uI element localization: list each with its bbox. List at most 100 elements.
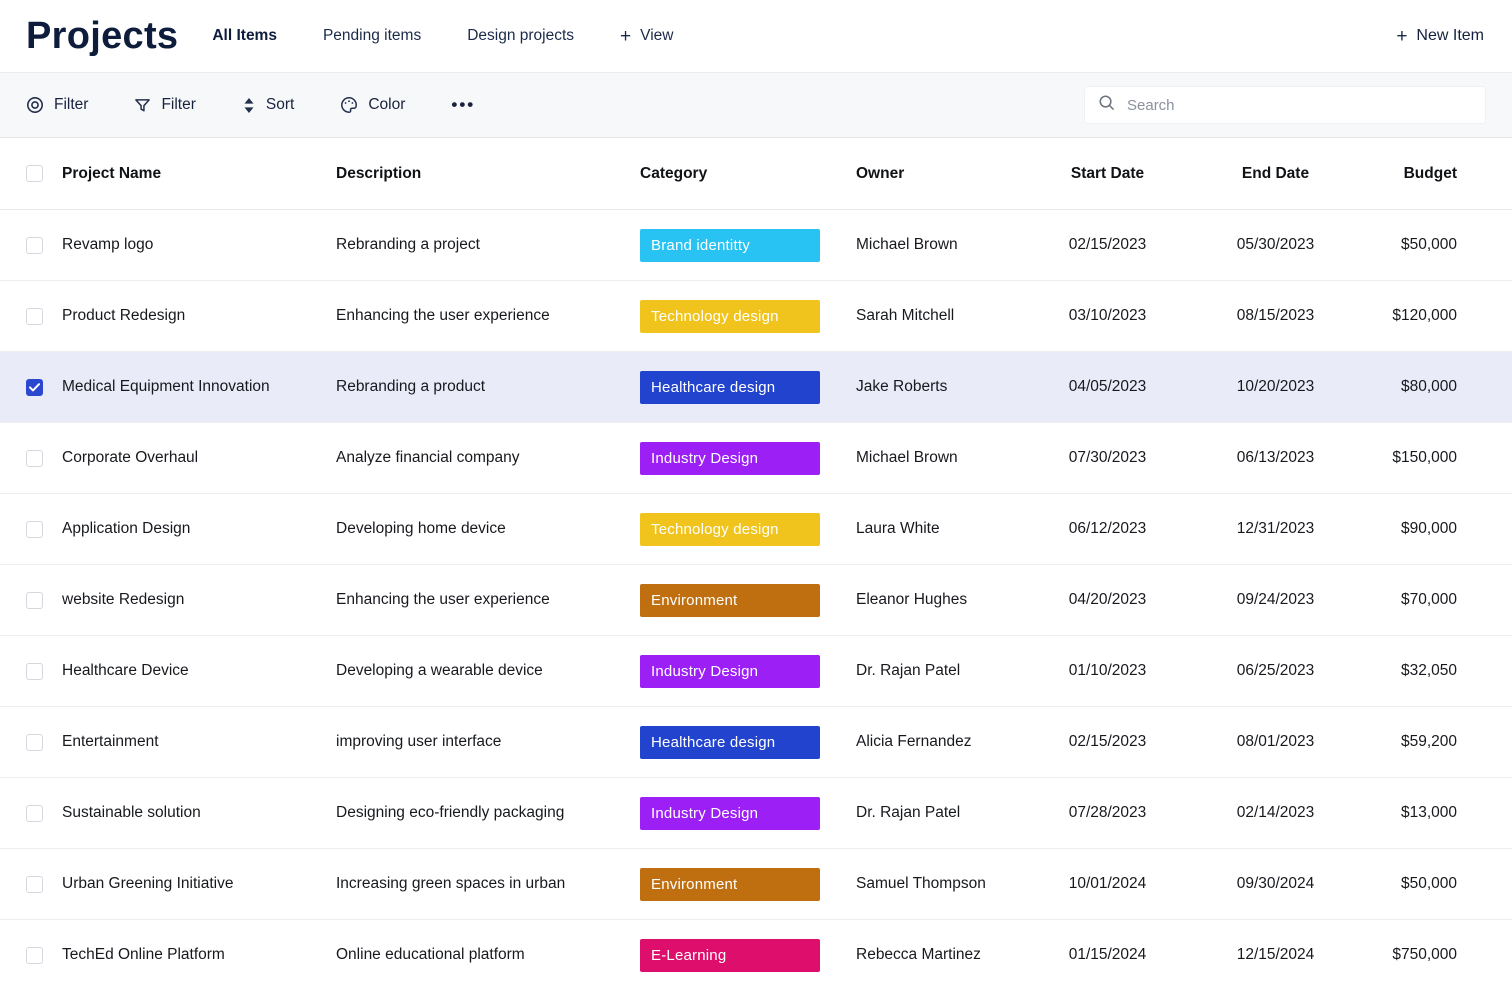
end-date-cell[interactable]: 10/20/2023 [1175,378,1376,396]
start-date-cell[interactable]: 07/28/2023 [1040,804,1175,822]
description-cell[interactable]: Designing eco-friendly packaging [336,804,640,822]
row-checkbox[interactable] [26,521,43,538]
description-cell[interactable]: Analyze financial company [336,449,640,467]
budget-cell[interactable]: $50,000 [1376,875,1512,893]
budget-cell[interactable]: $90,000 [1376,520,1512,538]
start-date-cell[interactable]: 01/15/2024 [1040,946,1175,964]
description-cell[interactable]: Online educational platform [336,946,640,964]
column-header-owner[interactable]: Owner [856,165,1040,183]
project-name-cell[interactable]: Product Redesign [62,307,336,325]
tab-pending-items[interactable]: Pending items [323,27,421,45]
owner-cell[interactable]: Alicia Fernandez [856,733,1040,751]
table-row[interactable]: website RedesignEnhancing the user exper… [0,565,1512,636]
category-badge[interactable]: Technology design [640,300,820,333]
table-row[interactable]: Entertainmentimproving user interfaceHea… [0,707,1512,778]
description-cell[interactable]: improving user interface [336,733,640,751]
category-badge[interactable]: Environment [640,584,820,617]
column-header-category[interactable]: Category [640,165,856,183]
start-date-cell[interactable]: 02/15/2023 [1040,236,1175,254]
row-checkbox[interactable] [26,947,43,964]
color-button[interactable]: Color [340,96,405,114]
end-date-cell[interactable]: 05/30/2023 [1175,236,1376,254]
table-row[interactable]: Corporate OverhaulAnalyze financial comp… [0,423,1512,494]
end-date-cell[interactable]: 06/13/2023 [1175,449,1376,467]
row-checkbox[interactable] [26,805,43,822]
budget-cell[interactable]: $120,000 [1376,307,1512,325]
start-date-cell[interactable]: 03/10/2023 [1040,307,1175,325]
owner-cell[interactable]: Samuel Thompson [856,875,1040,893]
sort-button[interactable]: Sort [242,96,294,114]
start-date-cell[interactable]: 07/30/2023 [1040,449,1175,467]
description-cell[interactable]: Rebranding a product [336,378,640,396]
project-name-cell[interactable]: Sustainable solution [62,804,336,822]
add-view-button[interactable]: + View [620,27,673,46]
category-badge[interactable]: E-Learning [640,939,820,972]
project-name-cell[interactable]: Healthcare Device [62,662,336,680]
end-date-cell[interactable]: 12/15/2024 [1175,946,1376,964]
start-date-cell[interactable]: 06/12/2023 [1040,520,1175,538]
owner-cell[interactable]: Eleanor Hughes [856,591,1040,609]
budget-cell[interactable]: $80,000 [1376,378,1512,396]
table-row[interactable]: Application DesignDeveloping home device… [0,494,1512,565]
start-date-cell[interactable]: 10/01/2024 [1040,875,1175,893]
category-badge[interactable]: Healthcare design [640,371,820,404]
table-row[interactable]: TechEd Online PlatformOnline educational… [0,920,1512,982]
project-name-cell[interactable]: website Redesign [62,591,336,609]
table-row[interactable]: Medical Equipment InnovationRebranding a… [0,352,1512,423]
column-header-end-date[interactable]: End Date [1175,165,1376,183]
row-checkbox[interactable] [26,450,43,467]
row-checkbox-checked[interactable] [26,379,43,396]
end-date-cell[interactable]: 12/31/2023 [1175,520,1376,538]
budget-cell[interactable]: $150,000 [1376,449,1512,467]
owner-cell[interactable]: Laura White [856,520,1040,538]
table-row[interactable]: Urban Greening InitiativeIncreasing gree… [0,849,1512,920]
tab-design-projects[interactable]: Design projects [467,27,574,45]
hide-fields-filter-button[interactable]: Filter [26,96,88,114]
description-cell[interactable]: Developing home device [336,520,640,538]
row-checkbox[interactable] [26,237,43,254]
select-all-checkbox[interactable] [26,165,43,182]
table-row[interactable]: Sustainable solutionDesigning eco-friend… [0,778,1512,849]
owner-cell[interactable]: Michael Brown [856,449,1040,467]
budget-cell[interactable]: $13,000 [1376,804,1512,822]
table-row[interactable]: Healthcare DeviceDeveloping a wearable d… [0,636,1512,707]
category-badge[interactable]: Industry Design [640,655,820,688]
category-badge[interactable]: Industry Design [640,797,820,830]
project-name-cell[interactable]: Revamp logo [62,236,336,254]
owner-cell[interactable]: Michael Brown [856,236,1040,254]
table-row[interactable]: Revamp logoRebranding a projectBrand ide… [0,210,1512,281]
category-badge[interactable]: Technology design [640,513,820,546]
start-date-cell[interactable]: 04/20/2023 [1040,591,1175,609]
column-header-budget[interactable]: Budget [1376,165,1512,183]
owner-cell[interactable]: Jake Roberts [856,378,1040,396]
start-date-cell[interactable]: 04/05/2023 [1040,378,1175,396]
new-item-button[interactable]: + New Item [1396,27,1484,46]
tab-all-items[interactable]: All Items [212,27,277,45]
project-name-cell[interactable]: Corporate Overhaul [62,449,336,467]
project-name-cell[interactable]: Urban Greening Initiative [62,875,336,893]
end-date-cell[interactable]: 08/15/2023 [1175,307,1376,325]
end-date-cell[interactable]: 02/14/2023 [1175,804,1376,822]
budget-cell[interactable]: $50,000 [1376,236,1512,254]
description-cell[interactable]: Increasing green spaces in urban [336,875,640,893]
description-cell[interactable]: Rebranding a project [336,236,640,254]
budget-cell[interactable]: $32,050 [1376,662,1512,680]
end-date-cell[interactable]: 09/24/2023 [1175,591,1376,609]
column-header-start-date[interactable]: Start Date [1040,165,1175,183]
project-name-cell[interactable]: Entertainment [62,733,336,751]
filter-button[interactable]: Filter [134,96,195,114]
row-checkbox[interactable] [26,876,43,893]
category-badge[interactable]: Healthcare design [640,726,820,759]
owner-cell[interactable]: Dr. Rajan Patel [856,662,1040,680]
owner-cell[interactable]: Sarah Mitchell [856,307,1040,325]
description-cell[interactable]: Enhancing the user experience [336,591,640,609]
owner-cell[interactable]: Rebecca Martinez [856,946,1040,964]
budget-cell[interactable]: $750,000 [1376,946,1512,964]
description-cell[interactable]: Developing a wearable device [336,662,640,680]
end-date-cell[interactable]: 06/25/2023 [1175,662,1376,680]
table-row[interactable]: Product RedesignEnhancing the user exper… [0,281,1512,352]
project-name-cell[interactable]: Medical Equipment Innovation [62,378,336,396]
start-date-cell[interactable]: 01/10/2023 [1040,662,1175,680]
column-header-description[interactable]: Description [336,165,640,183]
owner-cell[interactable]: Dr. Rajan Patel [856,804,1040,822]
